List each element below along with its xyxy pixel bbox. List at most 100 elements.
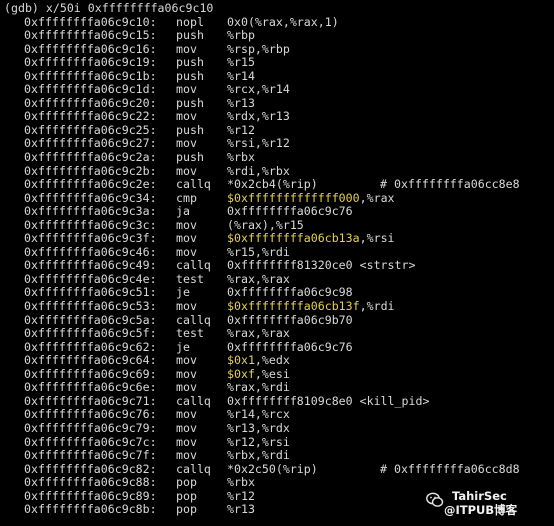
instruction-row: 0xffffffffa06c9c2e: callq *0x2cb4(%rip) # 0… [0, 177, 554, 192]
instruction-operands: %r15,%rdi [227, 245, 290, 260]
instruction-operands: %r12 [227, 488, 255, 504]
operand-text: 0xffffffff81320ce0 <strstr> [227, 258, 416, 273]
immediate-operand: $0xf [227, 366, 255, 381]
immediate-operand: $0xfffffffffffff000 [227, 190, 360, 205]
operand-text: %r13 [227, 95, 255, 110]
instruction-address: 0xffffffffa06c9c1b: [24, 68, 157, 83]
immediate-operand: $0xffffffffa06cb13f [227, 299, 360, 314]
instruction-mnemonic: mov [176, 448, 197, 463]
instruction-operands: $0xffffffffa06cb13a,%rsi [227, 232, 395, 246]
instruction-mnemonic: mov [176, 82, 197, 97]
instruction-mnemonic: je [176, 339, 190, 354]
operand-text: %r12 [227, 122, 255, 137]
operand-text: ,%rdi [359, 299, 395, 314]
operand-text: %r12 [227, 488, 255, 503]
operand-text: *0x2c50(%rip) [227, 461, 318, 476]
instruction-address: 0xffffffffa06c9c76: [24, 407, 157, 422]
instruction-operands: $0x1,%edx [227, 353, 290, 368]
instruction-mnemonic: mov [176, 109, 197, 124]
instruction-row: 0xffffffffa06c9c6e: mov %rax,%rdi [0, 381, 554, 395]
operand-text: 0xffffffffa06c9b70 [227, 312, 353, 327]
instruction-operands: %rdi,%rbx [227, 163, 290, 179]
instruction-mnemonic: mov [176, 434, 197, 449]
instruction-row: 0xffffffffa06c9c10: nopl 0x0(%rax,%rax,1) [0, 14, 554, 30]
instruction-mnemonic: mov [176, 407, 197, 422]
instruction-mnemonic: push [176, 150, 204, 165]
operand-text: %rdx,%r13 [227, 109, 290, 124]
instruction-mnemonic: ja [176, 204, 190, 219]
operand-text: %rbx,%rdi [227, 448, 290, 463]
instruction-address: 0xffffffffa06c9c25: [24, 122, 157, 137]
instruction-row: 0xffffffffa06c9c82: callq *0x2c50(%rip) # 0… [0, 461, 554, 477]
instruction-operands: %r14,%rcx [227, 408, 290, 422]
instruction-operands: 0x0(%rax,%rax,1) [227, 15, 339, 30]
instruction-row: 0xffffffffa06c9c7f: mov %rbx,%rdi [0, 448, 554, 463]
operand-text: %rbx [227, 150, 255, 165]
instruction-operands: 0xffffffff8109c8e0 <kill_pid> [227, 393, 430, 409]
instruction-comment: # 0xffffffffa06cc8e8 [380, 177, 520, 192]
instruction-mnemonic: push [176, 28, 204, 43]
instruction-operands: %rsp,%rbp [227, 41, 290, 57]
operand-text: ,%rax [359, 190, 395, 205]
instruction-mnemonic: pop [176, 488, 197, 503]
operand-text: 0xffffffff8109c8e0 <kill_pid> [227, 393, 430, 408]
operand-text: %r14,%rcx [227, 407, 290, 422]
instruction-address: 0xffffffffa06c9c7f: [24, 448, 157, 463]
instruction-address: 0xffffffffa06c9c49: [24, 258, 157, 273]
instruction-row: 0xffffffffa06c9c7c: mov %r12,%rsi [0, 434, 554, 450]
instruction-operands: %rbx [227, 150, 255, 165]
instruction-address: 0xffffffffa06c9c3f: [24, 231, 157, 246]
instruction-row: 0xffffffffa06c9c76: mov %r14,%rcx [0, 408, 554, 422]
instruction-mnemonic: pop [176, 502, 197, 517]
instruction-address: 0xffffffffa06c9c88: [24, 475, 157, 490]
instruction-row: 0xffffffffa06c9c64: mov $0x1,%edx [0, 353, 554, 368]
operand-text: (%rax),%r15 [227, 217, 304, 232]
instruction-mnemonic: cmp [176, 190, 197, 205]
instruction-row: 0xffffffffa06c9c16: mov %rsp,%rbp [0, 41, 554, 57]
gdb-terminal[interactable]: (gdb) x/50i 0xffffffffa06c9c10 0xfffffff… [0, 0, 554, 526]
operand-text: 0xffffffffa06c9c98 [227, 285, 353, 300]
instruction-operands: (%rax),%r15 [227, 217, 304, 233]
instruction-mnemonic: test [176, 271, 204, 286]
instruction-address: 0xffffffffa06c9c19: [24, 55, 157, 70]
instruction-row: 0xffffffffa06c9c3a: ja 0xffffffffa06c9c76 [0, 204, 554, 219]
instruction-mnemonic: push [176, 95, 204, 110]
instruction-mnemonic: callq [176, 461, 211, 476]
instruction-operands: %r15 [227, 55, 255, 70]
instruction-mnemonic: mov [176, 136, 197, 151]
operand-text: %r13 [227, 502, 255, 517]
instruction-operands: %rsi,%r12 [227, 137, 290, 151]
instruction-address: 0xffffffffa06c9c79: [24, 420, 157, 435]
instruction-row: 0xffffffffa06c9c34: cmp $0xfffffffffffff00… [0, 190, 554, 206]
operand-text: %rsp,%rbp [227, 41, 290, 56]
instruction-address: 0xffffffffa06c9c46: [24, 244, 157, 259]
operand-text: %r13,%rdx [227, 420, 290, 435]
instruction-mnemonic: je [176, 285, 190, 300]
wechat-icon [426, 492, 444, 507]
instruction-mnemonic: mov [176, 231, 197, 246]
instruction-address: 0xffffffffa06c9c62: [24, 339, 157, 354]
instruction-mnemonic: callq [176, 393, 211, 408]
instruction-address: 0xffffffffa06c9c71: [24, 393, 157, 408]
instruction-row: 0xffffffffa06c9c49: callq 0xffffffff81320c… [0, 259, 554, 273]
instruction-row: 0xffffffffa06c9c1d: mov %rcx,%r14 [0, 83, 554, 97]
instruction-row: 0xffffffffa06c9c27: mov %rsi,%r12 [0, 137, 554, 151]
instruction-row: 0xffffffffa06c9c69: mov $0xf,%esi [0, 366, 554, 382]
watermark-name: TahirSec [452, 489, 507, 503]
instruction-operands: $0xffffffffa06cb13f,%rdi [227, 299, 395, 314]
instruction-row: 0xffffffffa06c9c3f: mov $0xffffffffa06cb13… [0, 232, 554, 246]
operand-text: *0x2cb4(%rip) [227, 177, 318, 192]
instruction-address: 0xffffffffa06c9c7c: [24, 434, 157, 449]
instruction-address: 0xffffffffa06c9c10: [24, 14, 157, 29]
operand-text: ,%edx [254, 353, 290, 368]
instruction-row: 0xffffffffa06c9c15: push %rbp [0, 28, 554, 43]
instruction-row: 0xffffffffa06c9c53: mov $0xffffffffa06cb13… [0, 299, 554, 314]
operand-text: %r14 [227, 68, 255, 83]
operand-text: %rdi,%rbx [227, 163, 290, 178]
instruction-row: 0xffffffffa06c9c51: je 0xffffffffa06c9c98 [0, 286, 554, 300]
instruction-address: 0xffffffffa06c9c2e: [24, 177, 157, 192]
immediate-operand: $0xffffffffa06cb13a [227, 231, 360, 246]
instruction-mnemonic: callq [176, 312, 211, 327]
instruction-operands: %rax,%rdi [227, 381, 290, 395]
instruction-row: 0xffffffffa06c9c46: mov %r15,%rdi [0, 244, 554, 260]
